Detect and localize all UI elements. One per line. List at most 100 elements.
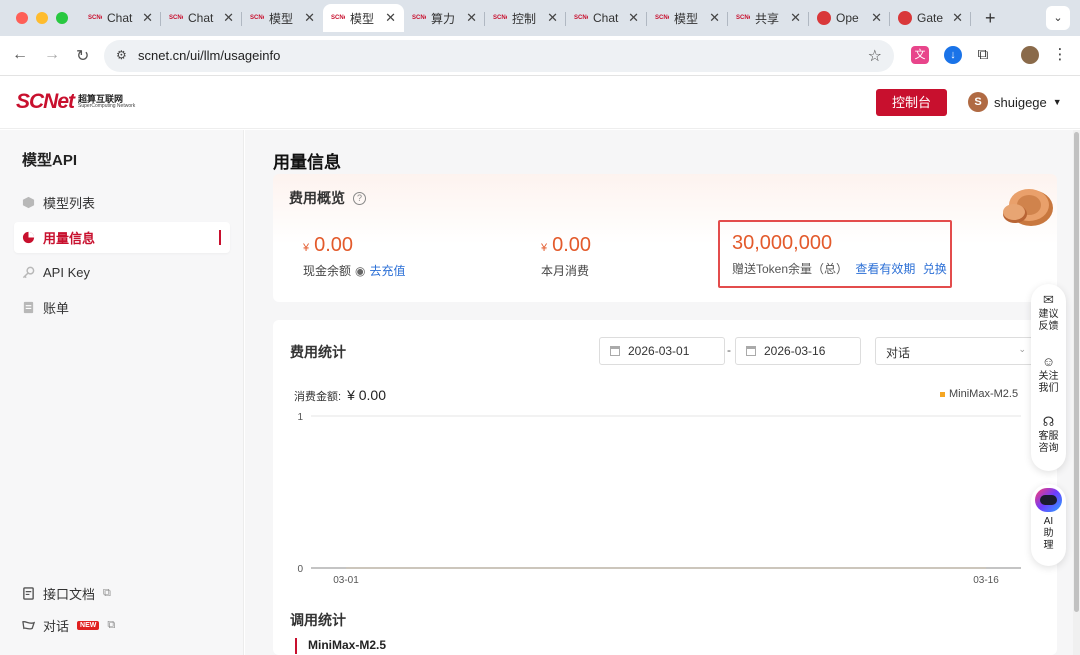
end-date-picker[interactable]: 2026-03-16: [735, 337, 861, 365]
close-tab-icon[interactable]: ✕: [952, 10, 963, 26]
type-select-value: 对话: [886, 346, 911, 360]
ai-assistant-button[interactable]: AI 助 理: [1031, 484, 1066, 566]
console-button[interactable]: 控制台: [876, 89, 947, 116]
sidebar-item-api-key[interactable]: API Key: [14, 257, 230, 288]
close-tab-icon[interactable]: ✕: [547, 10, 558, 26]
pie-chart-icon: [22, 231, 35, 244]
logo-en: SuperComputing Network: [78, 103, 136, 109]
chrome-menu-icon[interactable]: ⋮: [1051, 46, 1069, 64]
close-tab-icon[interactable]: ✕: [709, 10, 720, 26]
close-tab-icon[interactable]: ✕: [466, 10, 477, 26]
browser-tab[interactable]: SCNet 模型 ✕: [242, 4, 323, 32]
chevron-down-icon: ▼: [1052, 97, 1062, 107]
url-text[interactable]: scnet.cn/ui/llm/usageinfo: [138, 48, 280, 63]
favicon-icon: [898, 11, 912, 25]
cash-balance-label: 现金余额: [303, 264, 352, 278]
token-balance-highlight: 30,000,000 赠送Token余量（总） 查看有效期 兑换: [718, 220, 952, 288]
favicon-icon: SCNet: [493, 15, 507, 21]
sidebar-item-chat[interactable]: 对话 NEW ⧉: [14, 610, 230, 641]
sidebar-item-label: 用量信息: [43, 231, 96, 246]
reload-icon[interactable]: ↻: [76, 46, 89, 66]
browser-tabs: SCNetChat✕SCNetChat✕SCNet模型✕SCNet模型✕SCNe…: [80, 4, 971, 32]
bill-icon: [23, 301, 34, 314]
address-bar[interactable]: ⚙ scnet.cn/ui/llm/usageinfo ☆: [104, 40, 894, 72]
close-tab-icon[interactable]: ✕: [790, 10, 801, 26]
y-tick-label: 0: [297, 564, 303, 575]
profile-avatar-icon[interactable]: [1021, 46, 1039, 64]
back-icon[interactable]: ←: [12, 46, 28, 64]
ai-assistant-icon: [1035, 488, 1062, 512]
favicon-icon: [817, 11, 831, 25]
download-extension-icon[interactable]: ↓: [944, 46, 962, 64]
favicon-icon: SCNet: [88, 15, 102, 21]
favicon-icon: SCNet: [331, 15, 345, 21]
browser-tab[interactable]: SCNet 模型 ✕: [647, 4, 728, 32]
browser-tab-strip: SCNetChat✕SCNetChat✕SCNet模型✕SCNet模型✕SCNe…: [0, 0, 1080, 36]
close-window-button[interactable]: [16, 12, 28, 24]
browser-tab[interactable]: SCNet 算力 ✕: [404, 4, 485, 32]
favicon-icon: SCNet: [655, 15, 669, 21]
browser-tab[interactable]: SCNet Chat ✕: [161, 4, 242, 32]
eye-icon[interactable]: ◉: [355, 264, 365, 278]
extensions-puzzle-icon[interactable]: ⧉: [974, 46, 992, 64]
browser-tab[interactable]: SCNet 模型 ✕: [323, 4, 404, 32]
start-date-picker[interactable]: 2026-03-01: [599, 337, 725, 365]
help-icon[interactable]: ?: [353, 191, 366, 205]
recharge-link[interactable]: 去充值: [370, 262, 406, 279]
external-link-icon: ⧉: [107, 619, 116, 631]
scrollbar-thumb[interactable]: [1074, 132, 1079, 612]
close-tab-icon[interactable]: ✕: [628, 10, 639, 26]
cube-icon: [22, 196, 35, 209]
view-validity-link[interactable]: 查看有效期: [855, 262, 915, 276]
user-menu[interactable]: S shuigege ▼: [968, 92, 1062, 112]
close-tab-icon[interactable]: ✕: [385, 10, 396, 26]
cost-line-chart: 0 1 03-01 03-16: [297, 412, 1021, 586]
browser-tab[interactable]: SCNet Chat ✕: [566, 4, 647, 32]
site-info-icon[interactable]: ⚙: [116, 48, 127, 62]
browser-tab[interactable]: Gate ✕: [890, 4, 971, 32]
book-icon: [23, 587, 34, 600]
sidebar-item-usage[interactable]: 用量信息: [14, 222, 230, 253]
feedback-button[interactable]: ✉ 建议 反馈: [1031, 293, 1066, 333]
browser-tab[interactable]: SCNet 共享 ✕: [728, 4, 809, 32]
tab-search-icon[interactable]: ⌄: [1046, 6, 1070, 30]
follow-us-button[interactable]: ☺ 关注 我们: [1031, 355, 1066, 395]
close-tab-icon[interactable]: ✕: [871, 10, 882, 26]
site-header: SCNet 超算互联网 SuperComputing Network 控制台 S…: [0, 76, 1080, 129]
scnet-logo[interactable]: SCNet 超算互联网 SuperComputing Network: [16, 90, 135, 114]
translate-extension-icon[interactable]: 文: [911, 46, 929, 64]
close-tab-icon[interactable]: ✕: [304, 10, 315, 26]
follow-label: 关注 我们: [1038, 371, 1059, 394]
close-tab-icon[interactable]: ✕: [142, 10, 153, 26]
chart-legend[interactable]: MiniMax-M2.5: [940, 388, 1018, 400]
sidebar-title: 模型API: [22, 152, 78, 169]
floating-help-panel: ✉ 建议 反馈 ☺ 关注 我们 ☊ 客服 咨询: [1031, 284, 1066, 471]
redeem-link[interactable]: 兑换: [923, 262, 947, 276]
month-spend-stat: ¥0.00 本月消费: [541, 234, 591, 279]
logo-subtitle: 超算互联网 SuperComputing Network: [78, 95, 135, 109]
bookmark-star-icon[interactable]: ☆: [868, 46, 882, 66]
cost-overview-card: 费用概览 ? ¥0.00 现金余额 ◉ 去充值 ¥0.00 本月消费 30,00…: [273, 174, 1057, 302]
page-scrollbar[interactable]: [1073, 130, 1080, 655]
browser-tab[interactable]: SCNet 控制 ✕: [485, 4, 566, 32]
sidebar-item-api-docs[interactable]: 接口文档 ⧉: [14, 578, 230, 609]
service-label: 客服 咨询: [1038, 431, 1059, 454]
forward-icon[interactable]: →: [44, 46, 60, 64]
sidebar-item-label: API Key: [43, 265, 90, 280]
browser-tab[interactable]: SCNet Chat ✕: [80, 4, 161, 32]
type-select[interactable]: 对话 ⌄: [875, 337, 1035, 365]
sidebar-item-model-list[interactable]: 模型列表: [14, 187, 230, 218]
new-tab-button[interactable]: +: [985, 8, 996, 29]
chevron-down-icon: ⌄: [1018, 344, 1026, 354]
sidebar-item-bill[interactable]: 账单: [14, 292, 230, 323]
maximize-window-button[interactable]: [56, 12, 68, 24]
tab-title: 模型: [350, 11, 375, 26]
overview-title-text: 费用概览: [289, 190, 345, 206]
browser-tab[interactable]: Ope ✕: [809, 4, 890, 32]
close-tab-icon[interactable]: ✕: [223, 10, 234, 26]
page-title: 用量信息: [273, 153, 341, 172]
customer-service-button[interactable]: ☊ 客服 咨询: [1031, 415, 1066, 455]
minimize-window-button[interactable]: [36, 12, 48, 24]
favicon-icon: SCNet: [250, 15, 264, 21]
favicon-icon: SCNet: [412, 15, 426, 21]
